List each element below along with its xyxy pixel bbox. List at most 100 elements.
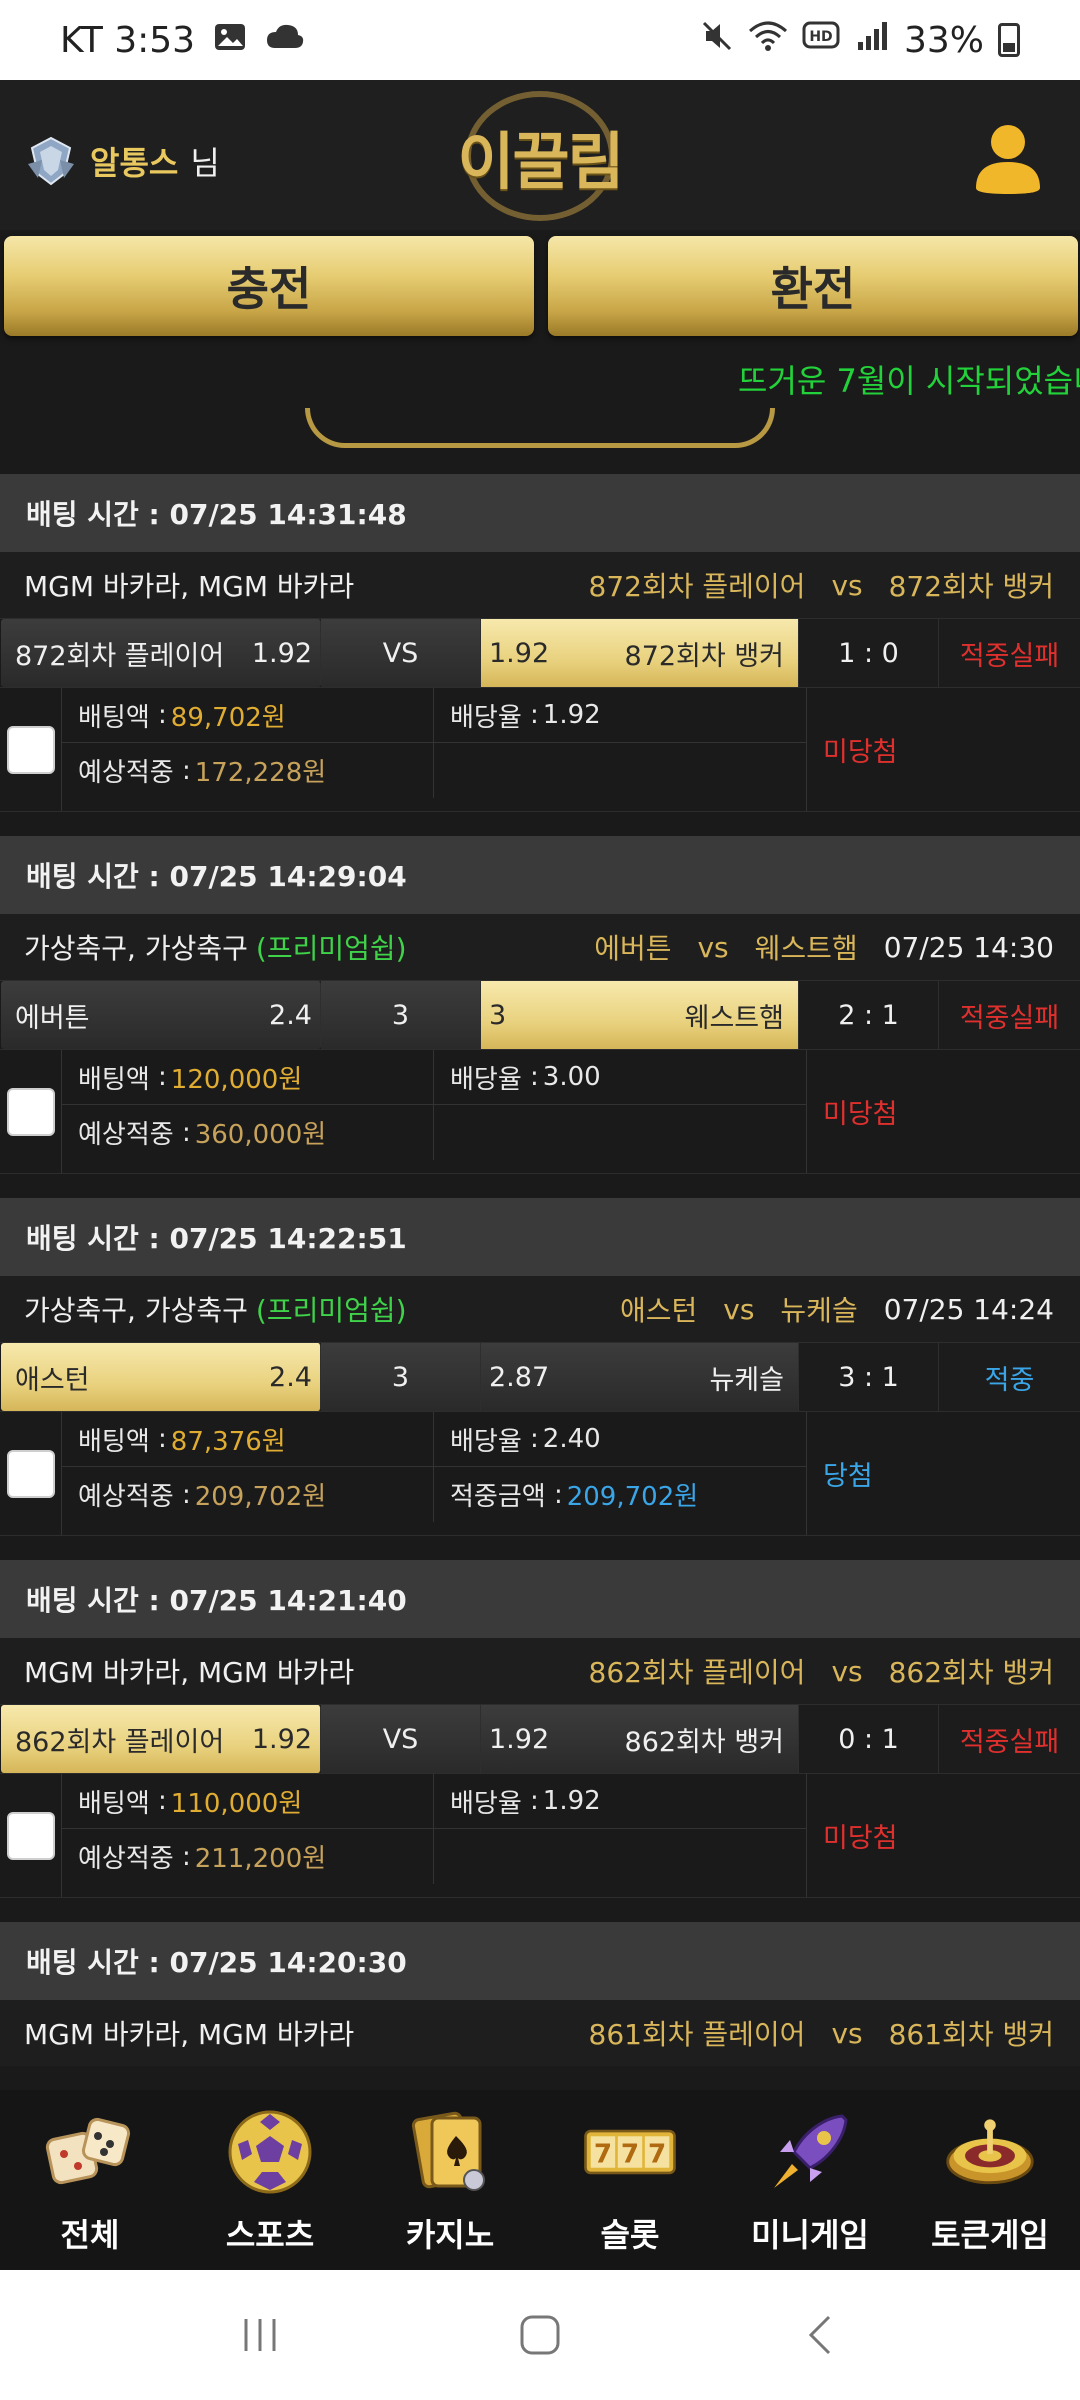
match-away: 뉴케슬 — [780, 1294, 858, 1327]
app-logo[interactable]: 이끌림 — [450, 86, 630, 226]
home-team: 에버튼 — [15, 1002, 90, 1034]
bet-game-row: 가상축구, 가상축구 (프리미엄쉽) 에버튼 vs 웨스트햄 07/25 14:30 — [0, 914, 1080, 980]
recent-apps-icon[interactable] — [230, 2305, 290, 2365]
bet-status: 당첨 — [823, 1461, 873, 1492]
away-odd-button[interactable]: 1.92 872회차 뱅커 — [481, 619, 799, 687]
result-label: 적중실패 — [939, 1705, 1080, 1773]
draw-odd-button[interactable]: VS — [321, 619, 481, 687]
home-odd-button[interactable]: 애스턴 2.4 — [1, 1343, 321, 1411]
away-odds: 2.87 — [489, 1361, 550, 1393]
charge-button[interactable]: 충전 — [4, 236, 534, 336]
bet-amount-label: 배팅액 — [78, 1064, 150, 1095]
game-name: 가상축구, 가상축구 — [24, 932, 248, 965]
home-odds: 1.92 — [251, 1723, 312, 1755]
nav-casino[interactable]: 카지노 — [360, 2090, 540, 2270]
user-info: 알통스 님 — [24, 134, 220, 188]
away-team: 뉴케슬 — [709, 1364, 784, 1396]
carrier-time: KT 3:53 — [60, 19, 196, 61]
bet-time: 배팅 시간 : 07/25 14:29:04 — [0, 836, 1080, 914]
nav-minigame[interactable]: 미니게임 — [720, 2090, 900, 2270]
away-odd-button[interactable]: 2.87 뉴케슬 — [481, 1343, 799, 1411]
match-vs: vs — [831, 2016, 863, 2050]
svg-text:7: 7 — [594, 2139, 612, 2169]
soccer-ball-icon — [222, 2104, 318, 2200]
nav-sports[interactable]: 스포츠 — [180, 2090, 360, 2270]
mute-icon — [700, 19, 734, 62]
expected-label: 예상적중 — [78, 1844, 174, 1874]
bet-item: 배팅 시간 : 07/25 14:31:48 MGM 바카라, MGM 바카라 … — [0, 474, 1080, 812]
select-checkbox[interactable] — [6, 1811, 55, 1860]
roulette-icon — [942, 2104, 1038, 2200]
away-odds: 1.92 — [489, 1723, 550, 1755]
back-icon[interactable] — [790, 2305, 850, 2365]
user-icon[interactable] — [970, 118, 1046, 198]
bet-item: 배팅 시간 : 07/25 14:20:30 MGM 바카라, MGM 바카라 … — [0, 1922, 1080, 2066]
draw-odd-button[interactable]: VS — [321, 1705, 481, 1773]
exchange-button[interactable]: 환전 — [548, 236, 1078, 336]
rate-label: 배당율 — [450, 1788, 522, 1819]
home-odds: 2.4 — [269, 999, 312, 1031]
match-away: 861회차 뱅커 — [888, 2018, 1054, 2051]
home-odds: 2.4 — [269, 1361, 312, 1393]
select-checkbox[interactable] — [6, 1087, 55, 1136]
home-team: 872회차 플레이어 — [15, 640, 225, 672]
match-home: 861회차 플레이어 — [588, 2018, 806, 2051]
home-odd-button[interactable]: 862회차 플레이어 1.92 — [1, 1705, 321, 1773]
away-team: 872회차 뱅커 — [624, 640, 784, 672]
svg-text:HD: HD — [809, 29, 832, 45]
rate-label: 배당율 — [450, 1064, 522, 1095]
nav-label: 미니게임 — [751, 2216, 869, 2254]
game-name: MGM 바카라, MGM 바카라 — [24, 1656, 355, 1689]
nav-slot[interactable]: 777 슬롯 — [540, 2090, 720, 2270]
won-amount: 209,702원 — [566, 1482, 699, 1512]
username: 알통스 — [90, 144, 179, 182]
match-home: 862회차 플레이어 — [588, 1656, 806, 1689]
bet-item: 배팅 시간 : 07/25 14:22:51 가상축구, 가상축구 (프리미엄쉽)… — [0, 1198, 1080, 1536]
nav-label: 카지노 — [405, 2216, 495, 2254]
gallery-icon — [213, 20, 247, 61]
bet-amount: 120,000원 — [170, 1064, 303, 1095]
bet-detail-row: 배팅액 :89,702원 배당율 :1.92 예상적중 :172,228원 미당… — [0, 688, 1080, 812]
bet-time: 배팅 시간 : 07/25 14:22:51 — [0, 1198, 1080, 1276]
rate-label: 배당율 — [450, 702, 522, 733]
score: 3 : 1 — [799, 1343, 939, 1411]
away-team: 862회차 뱅커 — [624, 1726, 784, 1758]
premium-tag: (프리미엄쉽) — [255, 932, 407, 965]
nav-token-game[interactable]: 토큰게임 — [900, 2090, 1080, 2270]
away-odd-button[interactable]: 1.92 862회차 뱅커 — [481, 1705, 799, 1773]
match-home: 872회차 플레이어 — [588, 570, 806, 603]
home-icon[interactable] — [510, 2305, 570, 2365]
expected-win: 211,200원 — [194, 1844, 327, 1874]
home-odd-button[interactable]: 에버튼 2.4 — [1, 981, 321, 1049]
bet-time: 배팅 시간 : 07/25 14:20:30 — [0, 1922, 1080, 2000]
match-vs: vs — [723, 1292, 755, 1326]
system-nav-bar — [0, 2270, 1080, 2400]
away-team: 웨스트햄 — [684, 1002, 784, 1034]
nav-label: 토큰게임 — [931, 2216, 1049, 2254]
odds-row: 862회차 플레이어 1.92 VS 1.92 862회차 뱅커 0 : 1 적중실… — [0, 1704, 1080, 1774]
game-name: MGM 바카라, MGM 바카라 — [24, 2018, 355, 2051]
match-vs: vs — [697, 930, 729, 964]
signal-icon — [856, 20, 890, 61]
away-odd-button[interactable]: 3 웨스트햄 — [481, 981, 799, 1049]
result-label: 적중 — [939, 1343, 1080, 1411]
match-time: 07/25 14:30 — [883, 930, 1054, 964]
draw-odd-button[interactable]: 3 — [321, 981, 481, 1049]
game-name: 가상축구, 가상축구 — [24, 1294, 248, 1327]
home-team: 애스턴 — [15, 1364, 90, 1396]
bet-amount: 110,000원 — [170, 1788, 303, 1819]
bet-game-row: MGM 바카라, MGM 바카라 872회차 플레이어 vs 872회차 뱅커 — [0, 552, 1080, 618]
premium-tag: (프리미엄쉽) — [255, 1294, 407, 1327]
nav-all[interactable]: 전체 — [0, 2090, 180, 2270]
home-odd-button[interactable]: 872회차 플레이어 1.92 — [1, 619, 321, 687]
rate: 2.40 — [542, 1424, 601, 1454]
banner-decoration — [305, 408, 775, 448]
select-checkbox[interactable] — [6, 1449, 55, 1498]
select-checkbox[interactable] — [6, 725, 55, 774]
nav-label: 스포츠 — [225, 2216, 315, 2254]
bet-amount-label: 배팅액 — [78, 702, 150, 733]
won-amount-cell — [434, 743, 806, 798]
draw-odd-button[interactable]: 3 — [321, 1343, 481, 1411]
away-odds: 1.92 — [489, 637, 550, 669]
wifi-icon — [748, 19, 788, 62]
